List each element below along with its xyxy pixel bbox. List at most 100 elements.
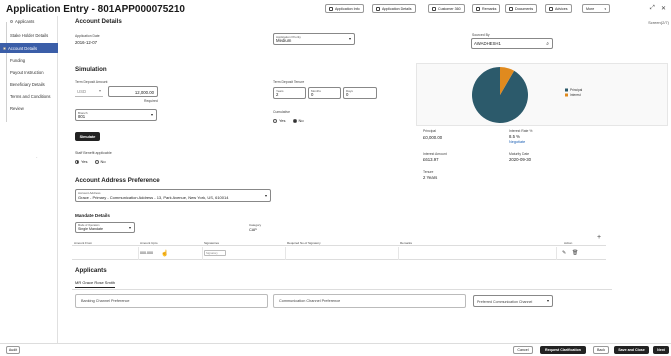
legend-label-principal: Principal: [570, 88, 583, 92]
deposit-amount-label: Term Deposit Amount: [75, 80, 108, 84]
banking-channel-preference-field[interactable]: Banking Channel Preference: [75, 294, 268, 308]
back-button[interactable]: Back: [593, 346, 609, 354]
sidebar-item-review[interactable]: Review: [4, 103, 56, 113]
interest-amount-label: Interest Amount: [423, 152, 447, 156]
staff-no-radio[interactable]: [94, 159, 99, 164]
request-clarification-button[interactable]: Request Clarification: [540, 346, 586, 354]
next-button[interactable]: Next: [653, 346, 669, 354]
flag-icon: [476, 6, 480, 11]
account-details-title: Account Details: [75, 18, 122, 25]
deposit-amount-input[interactable]: 12,000.00: [108, 86, 158, 97]
years-value: 2: [276, 91, 279, 97]
search-icon[interactable]: ⌕: [546, 41, 549, 47]
close-icon[interactable]: ✕: [661, 5, 666, 12]
delete-icon[interactable]: 🗑: [572, 250, 578, 256]
mandate-table-header: Amount From Amount Upto Signatories Requ…: [72, 240, 606, 246]
column-divider: [285, 247, 286, 260]
sourced-by-label: Sourced By: [472, 33, 490, 37]
customer-360-button[interactable]: Customer 360: [428, 4, 465, 13]
cursor-icon: ☝: [161, 251, 169, 257]
simulation-title: Simulation: [75, 66, 107, 73]
sidebar-item-applicants[interactable]: Applicants: [4, 16, 56, 26]
simulate-button[interactable]: Simulate: [75, 132, 100, 141]
amount-upto-cell[interactable]: 000.000: [140, 251, 153, 255]
preferred-communication-channel-select[interactable]: Preferred Communication Channel: [473, 295, 553, 307]
sidebar-item-terms[interactable]: Terms and Conditions: [4, 91, 56, 101]
advices-button[interactable]: Advices: [545, 4, 572, 13]
mode-of-operation-value: Single Mandate: [78, 226, 103, 231]
edit-icon[interactable]: ✎: [562, 250, 566, 256]
branch-select[interactable]: Branch 801: [75, 109, 157, 121]
account-address-select[interactable]: Account Address Grace - Primary - Commun…: [75, 189, 271, 202]
info-icon: [329, 6, 333, 11]
col-signatories: Signatories: [204, 241, 220, 245]
applicant-tab[interactable]: MR Grace Rose Smith: [75, 280, 116, 288]
priority-value: Medium: [276, 37, 292, 43]
sourced-by-input[interactable]: AWADHESH1 ⌕: [471, 38, 553, 49]
negotiate-link[interactable]: Negotiate: [509, 140, 525, 144]
documents-button[interactable]: Documents: [505, 4, 538, 13]
staff-yes-radio[interactable]: [75, 159, 79, 164]
mandate-details-title: Mandate Details: [75, 213, 110, 218]
tenure-months-input[interactable]: Months 0: [308, 87, 341, 99]
cumulative-no-label: No: [298, 118, 304, 123]
more-button[interactable]: More ▾: [582, 4, 610, 13]
staff-benefit-radio-group: Yes No: [75, 159, 106, 164]
cancel-button[interactable]: Cancel: [513, 346, 533, 354]
tenure-label: Term Deposit Tenure: [273, 80, 305, 84]
application-date-value: 2016-12-07: [75, 40, 97, 45]
details-icon: [376, 6, 380, 11]
cumulative-yes-radio[interactable]: [273, 118, 277, 123]
application-details-button[interactable]: Application Details: [372, 4, 416, 13]
audit-button[interactable]: Audit: [6, 346, 20, 354]
customer-360-label: Customer 360: [438, 6, 461, 11]
application-info-button[interactable]: Application Info: [325, 4, 364, 13]
cumulative-yes-label: Yes: [279, 118, 286, 123]
chevron-down-icon: [151, 114, 153, 116]
sidebar-item-label: Terms and Conditions: [10, 93, 51, 99]
sidebar-item-account-details[interactable]: Account Details: [0, 43, 58, 53]
documents-label: Documents: [515, 6, 534, 11]
account-address-value: Grace - Primary - Communication Address …: [78, 194, 229, 200]
legend-swatch-principal: [565, 88, 568, 92]
remarks-button[interactable]: Remarks: [472, 4, 501, 13]
tenure-days-input[interactable]: Days 0: [343, 87, 377, 99]
screen-indicator: Screen(2/7): [648, 20, 669, 25]
table-row: 000.000 ☝ Signatory ✎ 🗑: [72, 247, 606, 260]
sidebar-item-label: Account Details: [8, 45, 38, 51]
signatory-field[interactable]: Signatory: [204, 250, 226, 256]
tenure-years-input[interactable]: Years 2: [273, 87, 306, 99]
cumulative-no-radio[interactable]: [292, 118, 297, 123]
pie-chart: PrincipalInterest: [472, 67, 583, 123]
category-label: Category: [249, 223, 262, 227]
customer-icon: [432, 6, 436, 11]
tab-divider: [72, 289, 612, 290]
sidebar-item-stake-holder[interactable]: Stake Holder Details: [4, 30, 56, 40]
column-divider: [202, 247, 203, 260]
sidebar-item-label: Stake Holder Details: [10, 32, 49, 38]
communication-channel-preference-field[interactable]: Communication Channel Preference: [273, 294, 466, 308]
save-and-close-button[interactable]: Save and Close: [614, 346, 649, 354]
sidebar-separator: -: [36, 154, 38, 159]
application-priority-select[interactable]: Application Priority Medium: [273, 33, 355, 45]
sidebar-item-label: Review: [10, 105, 24, 111]
application-info-label: Application Info: [335, 6, 360, 11]
maturity-date-value: 2020-09-30: [509, 157, 531, 162]
col-action: Action: [564, 241, 573, 245]
col-amount-upto: Amount Upto: [140, 241, 158, 245]
remarks-label: Remarks: [482, 6, 497, 11]
chevron-down-icon: [265, 194, 267, 197]
sidebar-item-payout[interactable]: Payout Instruction: [4, 67, 56, 77]
sidebar-item-funding[interactable]: Funding: [4, 55, 56, 65]
sidebar-item-beneficiary[interactable]: Beneficiary Details: [4, 79, 56, 89]
advices-label: Advices: [555, 6, 568, 11]
chevron-down-icon: [99, 90, 101, 92]
expand-icon[interactable]: ⤢: [650, 5, 655, 12]
currency-select[interactable]: USD: [75, 86, 103, 97]
mode-of-operation-select[interactable]: Mode of Operation Single Mandate: [75, 222, 135, 233]
col-remarks: Remarks: [400, 241, 413, 245]
deposit-amount-value: 12,000.00: [134, 89, 154, 95]
days-value: 0: [346, 91, 349, 97]
document-icon: [509, 6, 513, 11]
required-text: Required: [144, 99, 158, 103]
